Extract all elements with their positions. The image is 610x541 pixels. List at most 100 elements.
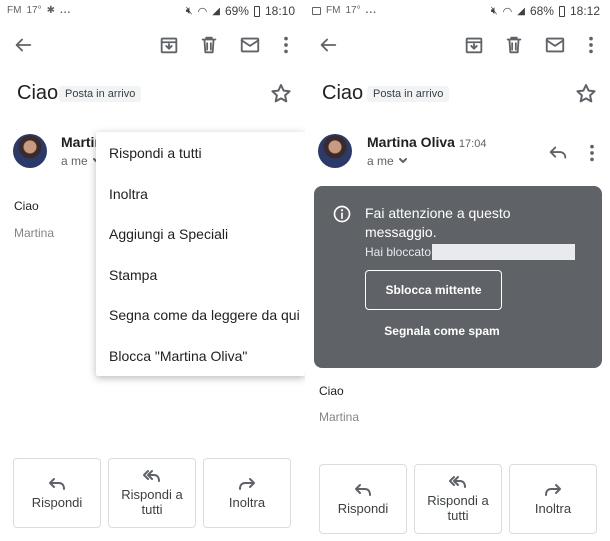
archive-icon — [465, 37, 483, 54]
unblock-sender-button[interactable]: Sblocca mittente — [365, 270, 502, 310]
carrier-label: FM — [7, 5, 22, 16]
reply-all-button[interactable]: Rispondi a tutti — [108, 458, 196, 528]
toolbar — [305, 26, 610, 62]
reply-all-label-line2: tutti — [141, 502, 163, 517]
reply-all-label-line1: Rispondi a — [427, 493, 489, 508]
reply-all-label-line2: tutti — [447, 508, 469, 523]
battery-icon — [558, 5, 565, 17]
carrier-label: FM — [326, 5, 341, 16]
more-notifications: ... — [365, 5, 377, 16]
avatar[interactable] — [13, 134, 47, 168]
wifi-icon: ◠ — [197, 5, 208, 18]
report-spam-button[interactable]: Segnala come spam — [365, 324, 519, 338]
avatar[interactable] — [318, 134, 352, 168]
right-screen: FM 17° ... 🔇︎ ◠ ◢ 68% 18:12 Ciao Posta i… — [305, 0, 610, 541]
recipient-label: a me — [367, 154, 394, 168]
blocked-sender-warning: Fai attenzione a questo messaggio. Hai b… — [314, 186, 602, 368]
archive-button[interactable] — [156, 32, 182, 58]
reply-label: Rispondi — [31, 494, 83, 510]
signal-icon: ◢ — [517, 5, 525, 17]
forward-label: Inoltra — [534, 500, 572, 516]
wifi-icon: ◠ — [502, 5, 513, 18]
chevron-down-icon — [398, 158, 407, 163]
mark-unread-button[interactable] — [237, 32, 263, 58]
more-options-button[interactable] — [578, 32, 604, 58]
subject-row: Ciao Posta in arrivo — [17, 82, 293, 108]
menu-item-block-sender[interactable]: Blocca "Martina Oliva" — [109, 348, 247, 364]
sender-name[interactable]: Martina Oliva 17:04 — [367, 134, 486, 150]
back-arrow-icon — [15, 38, 32, 52]
inbox-label-chip[interactable]: Posta in arrivo — [59, 86, 142, 102]
reply-quick-button[interactable] — [545, 140, 571, 166]
subject-row: Ciao Posta in arrivo — [322, 82, 598, 108]
reply-all-button[interactable]: Rispondi a tutti — [414, 464, 502, 534]
battery-label: 69% — [224, 4, 249, 18]
recipient-toggle[interactable]: a me — [367, 154, 408, 168]
email-subject: Ciao — [17, 82, 59, 104]
forward-icon — [545, 483, 561, 496]
archive-icon — [160, 37, 178, 54]
back-button[interactable] — [315, 32, 341, 58]
forward-icon — [239, 477, 255, 490]
clock: 18:12 — [569, 4, 600, 18]
mark-unread-button[interactable] — [542, 32, 568, 58]
more-options-button[interactable] — [273, 32, 299, 58]
delete-button[interactable] — [501, 32, 527, 58]
more-notifications: ... — [59, 5, 72, 16]
email-time: 17:04 — [458, 138, 487, 150]
mute-icon: 🔇︎ — [185, 4, 193, 17]
menu-item-add-starred[interactable]: Aggiungi a Speciali — [109, 226, 228, 242]
reply-icon — [49, 477, 65, 490]
reply-all-icon — [143, 470, 160, 482]
more-vert-icon — [590, 144, 594, 162]
forward-button[interactable]: Inoltra — [509, 464, 597, 534]
message-more-button[interactable] — [579, 140, 605, 166]
archive-button[interactable] — [461, 32, 487, 58]
reply-all-label-line1: Rispondi a — [121, 487, 183, 502]
delete-button[interactable] — [196, 32, 222, 58]
sender-name-text: Martina Oliva — [367, 134, 455, 150]
menu-item-reply-all[interactable]: Rispondi a tutti — [109, 145, 202, 161]
email-body-line: Ciao — [14, 199, 39, 213]
overflow-menu: Rispondi a tutti Inoltra Aggiungi a Spec… — [96, 132, 305, 376]
reply-button[interactable]: Rispondi — [319, 464, 407, 534]
reply-all-label: Rispondi a tutti — [121, 487, 182, 517]
clock: 18:10 — [264, 4, 295, 18]
reply-label: Rispondi — [337, 500, 389, 516]
star-icon[interactable] — [269, 82, 293, 106]
mute-icon: 🔇︎ — [490, 4, 498, 17]
menu-item-forward[interactable]: Inoltra — [109, 186, 148, 202]
menu-item-mark-unread[interactable]: Segna come da leggere da qui — [109, 307, 300, 323]
trash-icon — [201, 36, 217, 54]
image-notification-icon — [312, 6, 321, 15]
status-bar: FM 17° ✱ ... 🔇︎ ◠ ◢ 69% 18:10 — [0, 0, 305, 22]
reply-all-icon — [449, 476, 466, 488]
notification-icon: ✱ — [46, 5, 55, 16]
trash-icon — [506, 36, 522, 54]
battery-label: 68% — [529, 4, 554, 18]
redacted-address — [432, 244, 575, 260]
email-signature: Martina — [319, 410, 360, 424]
more-vert-icon — [589, 36, 593, 54]
recipient-label: a me — [61, 154, 88, 168]
back-button[interactable] — [10, 32, 36, 58]
left-screen: FM 17° ✱ ... 🔇︎ ◠ ◢ 69% 18:10 Ciao Posta… — [0, 0, 305, 541]
reply-icon — [549, 146, 567, 159]
forward-label: Inoltra — [228, 494, 266, 510]
reply-icon — [355, 483, 371, 496]
signal-icon: ◢ — [212, 5, 220, 17]
email-signature: Martina — [14, 226, 55, 240]
email-body-line: Ciao — [319, 384, 344, 398]
forward-button[interactable]: Inoltra — [203, 458, 291, 528]
inbox-label-chip[interactable]: Posta in arrivo — [367, 86, 450, 102]
warning-title: Fai attenzione a questo messaggio. — [365, 205, 511, 240]
warning-subtitle: Hai bloccato — [365, 245, 432, 259]
toolbar — [0, 26, 305, 62]
menu-item-print[interactable]: Stampa — [109, 267, 157, 283]
status-bar: FM 17° ... 🔇︎ ◠ ◢ 68% 18:12 — [305, 0, 610, 22]
email-subject: Ciao — [322, 82, 364, 104]
star-icon[interactable] — [574, 82, 598, 106]
reply-button[interactable]: Rispondi — [13, 458, 101, 528]
mail-icon — [240, 37, 260, 53]
back-arrow-icon — [320, 38, 337, 52]
